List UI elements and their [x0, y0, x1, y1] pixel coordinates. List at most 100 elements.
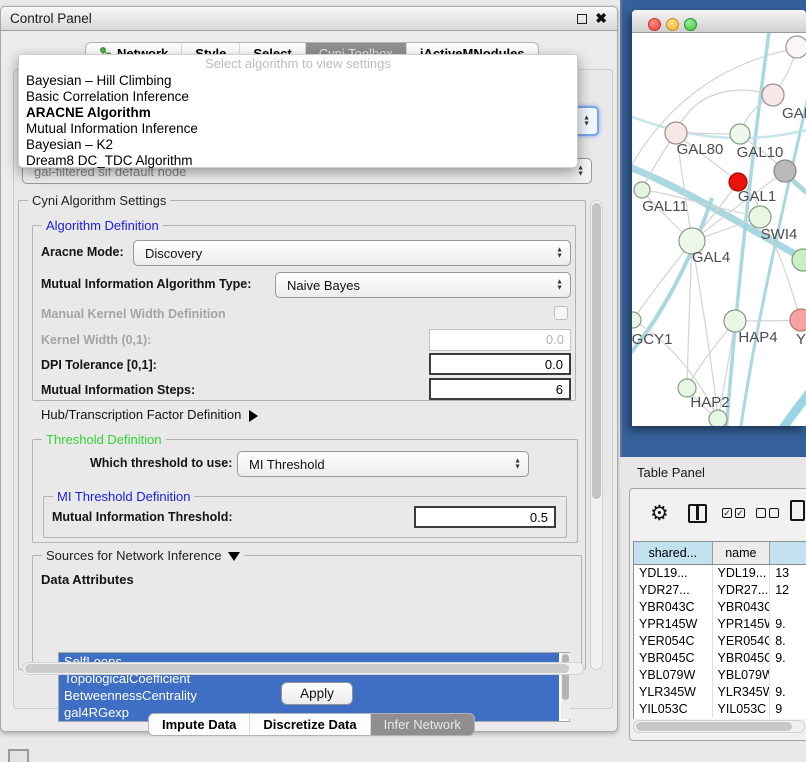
expand-arrow-icon[interactable] [249, 410, 258, 422]
table-hscrollbar[interactable] [633, 720, 805, 733]
mi-algorithm-type-label: Mutual Information Algorithm Type: [41, 277, 251, 291]
table-cell[interactable]: YLR345W [713, 684, 771, 701]
table-panel: ⚙ ✓✓ shared... name YDL19... YDL1 [629, 488, 806, 741]
table-cell[interactable]: YPR145W [713, 616, 771, 633]
columns-icon[interactable] [688, 504, 707, 523]
float-window-icon[interactable] [577, 14, 587, 24]
settings-hscrollbar[interactable] [22, 662, 584, 675]
settings-hscrollbar-thumb[interactable] [25, 664, 569, 673]
table-row[interactable]: YLR345W YLR345W 9. [634, 684, 806, 701]
collapse-arrow-icon[interactable] [228, 552, 240, 561]
mac-close-button[interactable] [648, 18, 661, 31]
kernel-width-field[interactable]: 0.0 [429, 329, 571, 351]
table-cell[interactable]: 9. [770, 616, 806, 633]
table-cell[interactable]: YBR043C [713, 599, 771, 616]
manual-kernel-width-checkbox[interactable] [554, 306, 568, 320]
which-threshold-value: MI Threshold [249, 457, 325, 472]
algorithm-option[interactable]: Dream8 DC_TDC Algorithm [19, 153, 577, 169]
table-cell[interactable]: YDR27... [713, 582, 771, 599]
table-cell[interactable]: YER054C [713, 633, 771, 650]
table-row[interactable]: YBR043C YBR043C [634, 599, 806, 616]
gear-icon[interactable]: ⚙ [650, 501, 669, 526]
table-cell[interactable]: YBL079W [634, 667, 713, 684]
aracne-mode-combo[interactable]: Discovery ▲▼ [133, 240, 571, 266]
attributes-list-scrollbar-thumb[interactable] [562, 654, 569, 700]
mi-threshold-field[interactable]: 0.5 [414, 506, 556, 528]
mi-algorithm-type-combo[interactable]: Naive Bayes ▲▼ [275, 272, 571, 298]
table-row[interactable]: YIL053C YIL053C 9 [634, 701, 806, 718]
mac-zoom-button[interactable] [684, 18, 697, 31]
mi-steps-field[interactable]: 6 [429, 378, 571, 400]
table-cell[interactable]: YBR043C [634, 599, 713, 616]
settings-scrollbar[interactable] [590, 200, 603, 670]
spinner-arrows-icon: ▲▼ [583, 116, 590, 127]
network-edge[interactable] [692, 241, 718, 419]
network-node-gal10[interactable] [730, 124, 750, 144]
table-row[interactable]: YDL19... YDL19... 13 [634, 565, 806, 582]
table-cell[interactable]: YBR045C [713, 650, 771, 667]
table-cell[interactable] [770, 667, 806, 684]
network-node-gal1[interactable] [749, 206, 771, 228]
mac-minimize-button[interactable] [666, 18, 679, 31]
document-icon[interactable] [790, 500, 805, 521]
column-header-shared-name[interactable]: shared... [634, 542, 713, 564]
algorithm-option-selected[interactable]: ARACNE Algorithm [19, 105, 577, 121]
dpi-tolerance-field[interactable]: 0.0 [429, 353, 571, 375]
hide-columns-icon[interactable] [756, 508, 779, 518]
table-row[interactable]: YPR145W YPR145W 9. [634, 616, 806, 633]
tab-discretize-data[interactable]: Discretize Data [249, 714, 369, 735]
dock-icon[interactable] [8, 749, 29, 762]
table-row[interactable]: YER054C YER054C 8. [634, 633, 806, 650]
table-row[interactable]: YBR045C YBR045C 9. [634, 650, 806, 667]
algorithm-option[interactable]: Basic Correlation Inference [19, 89, 577, 105]
table-cell[interactable]: YIL053C [713, 701, 771, 718]
tab-impute-data[interactable]: Impute Data [149, 714, 249, 735]
apply-button[interactable]: Apply [281, 682, 353, 705]
hub-transcription-row[interactable]: Hub/Transcription Factor Definition [41, 407, 258, 422]
network-edge[interactable] [632, 113, 806, 138]
network-node-gray[interactable] [774, 160, 796, 182]
table-header-row: shared... name [634, 542, 806, 565]
column-header-partial[interactable] [770, 542, 806, 564]
network-node-gal11[interactable] [634, 182, 650, 198]
network-edge[interactable] [780, 381, 806, 426]
table-cell[interactable]: 12 [770, 582, 806, 599]
table-cell[interactable]: 9. [770, 684, 806, 701]
table-cell[interactable]: YBR045C [634, 650, 713, 667]
which-threshold-combo[interactable]: MI Threshold ▲▼ [237, 451, 529, 477]
panel-divider[interactable] [620, 0, 622, 457]
algorithm-option[interactable]: Bayesian – K2 [19, 137, 577, 153]
network-window-titlebar[interactable] [632, 10, 806, 33]
table-row[interactable]: YDR27... YDR27... 12 [634, 582, 806, 599]
column-header-name[interactable]: name [713, 542, 771, 564]
table-cell[interactable] [770, 599, 806, 616]
table-row[interactable]: YBL079W YBL079W [634, 667, 806, 684]
algorithm-option[interactable]: Mutual Information Inference [19, 121, 577, 137]
table-cell[interactable]: 8. [770, 633, 806, 650]
network-node[interactable] [786, 36, 806, 58]
tab-infer-network[interactable]: Infer Network [370, 714, 474, 735]
table-cell[interactable]: YBL079W [713, 667, 771, 684]
algorithm-option[interactable]: Bayesian – Hill Climbing [19, 73, 577, 89]
network-node[interactable] [709, 410, 727, 426]
table-cell[interactable]: YIL053C [634, 701, 713, 718]
network-node[interactable] [762, 84, 784, 106]
table-cell[interactable]: YPR145W [634, 616, 713, 633]
settings-scrollbar-thumb[interactable] [592, 203, 601, 499]
show-columns-icon[interactable]: ✓✓ [722, 508, 745, 518]
network-node-gcy1[interactable] [632, 312, 641, 328]
table-cell[interactable]: YDR27... [634, 582, 713, 599]
network-node-pink[interactable] [790, 309, 806, 331]
screen: Control Panel ✖ Network Style Select [0, 0, 806, 762]
network-graph[interactable]: GAL GAL80 GAL10 GAL1 GAL11 SWI4 GAL4 GCY… [632, 33, 806, 426]
table-cell[interactable]: 9 [770, 701, 806, 718]
table-cell[interactable]: 13 [770, 565, 806, 582]
table-cell[interactable]: YDL19... [713, 565, 771, 582]
table-hscrollbar-thumb[interactable] [636, 722, 792, 731]
table-cell[interactable]: YLR345W [634, 684, 713, 701]
table-cell[interactable]: 9. [770, 650, 806, 667]
table-cell[interactable]: YDL19... [634, 565, 713, 582]
table-cell[interactable]: YER054C [634, 633, 713, 650]
checked-box-icon: ✓ [735, 508, 745, 518]
close-icon[interactable]: ✖ [595, 10, 607, 27]
